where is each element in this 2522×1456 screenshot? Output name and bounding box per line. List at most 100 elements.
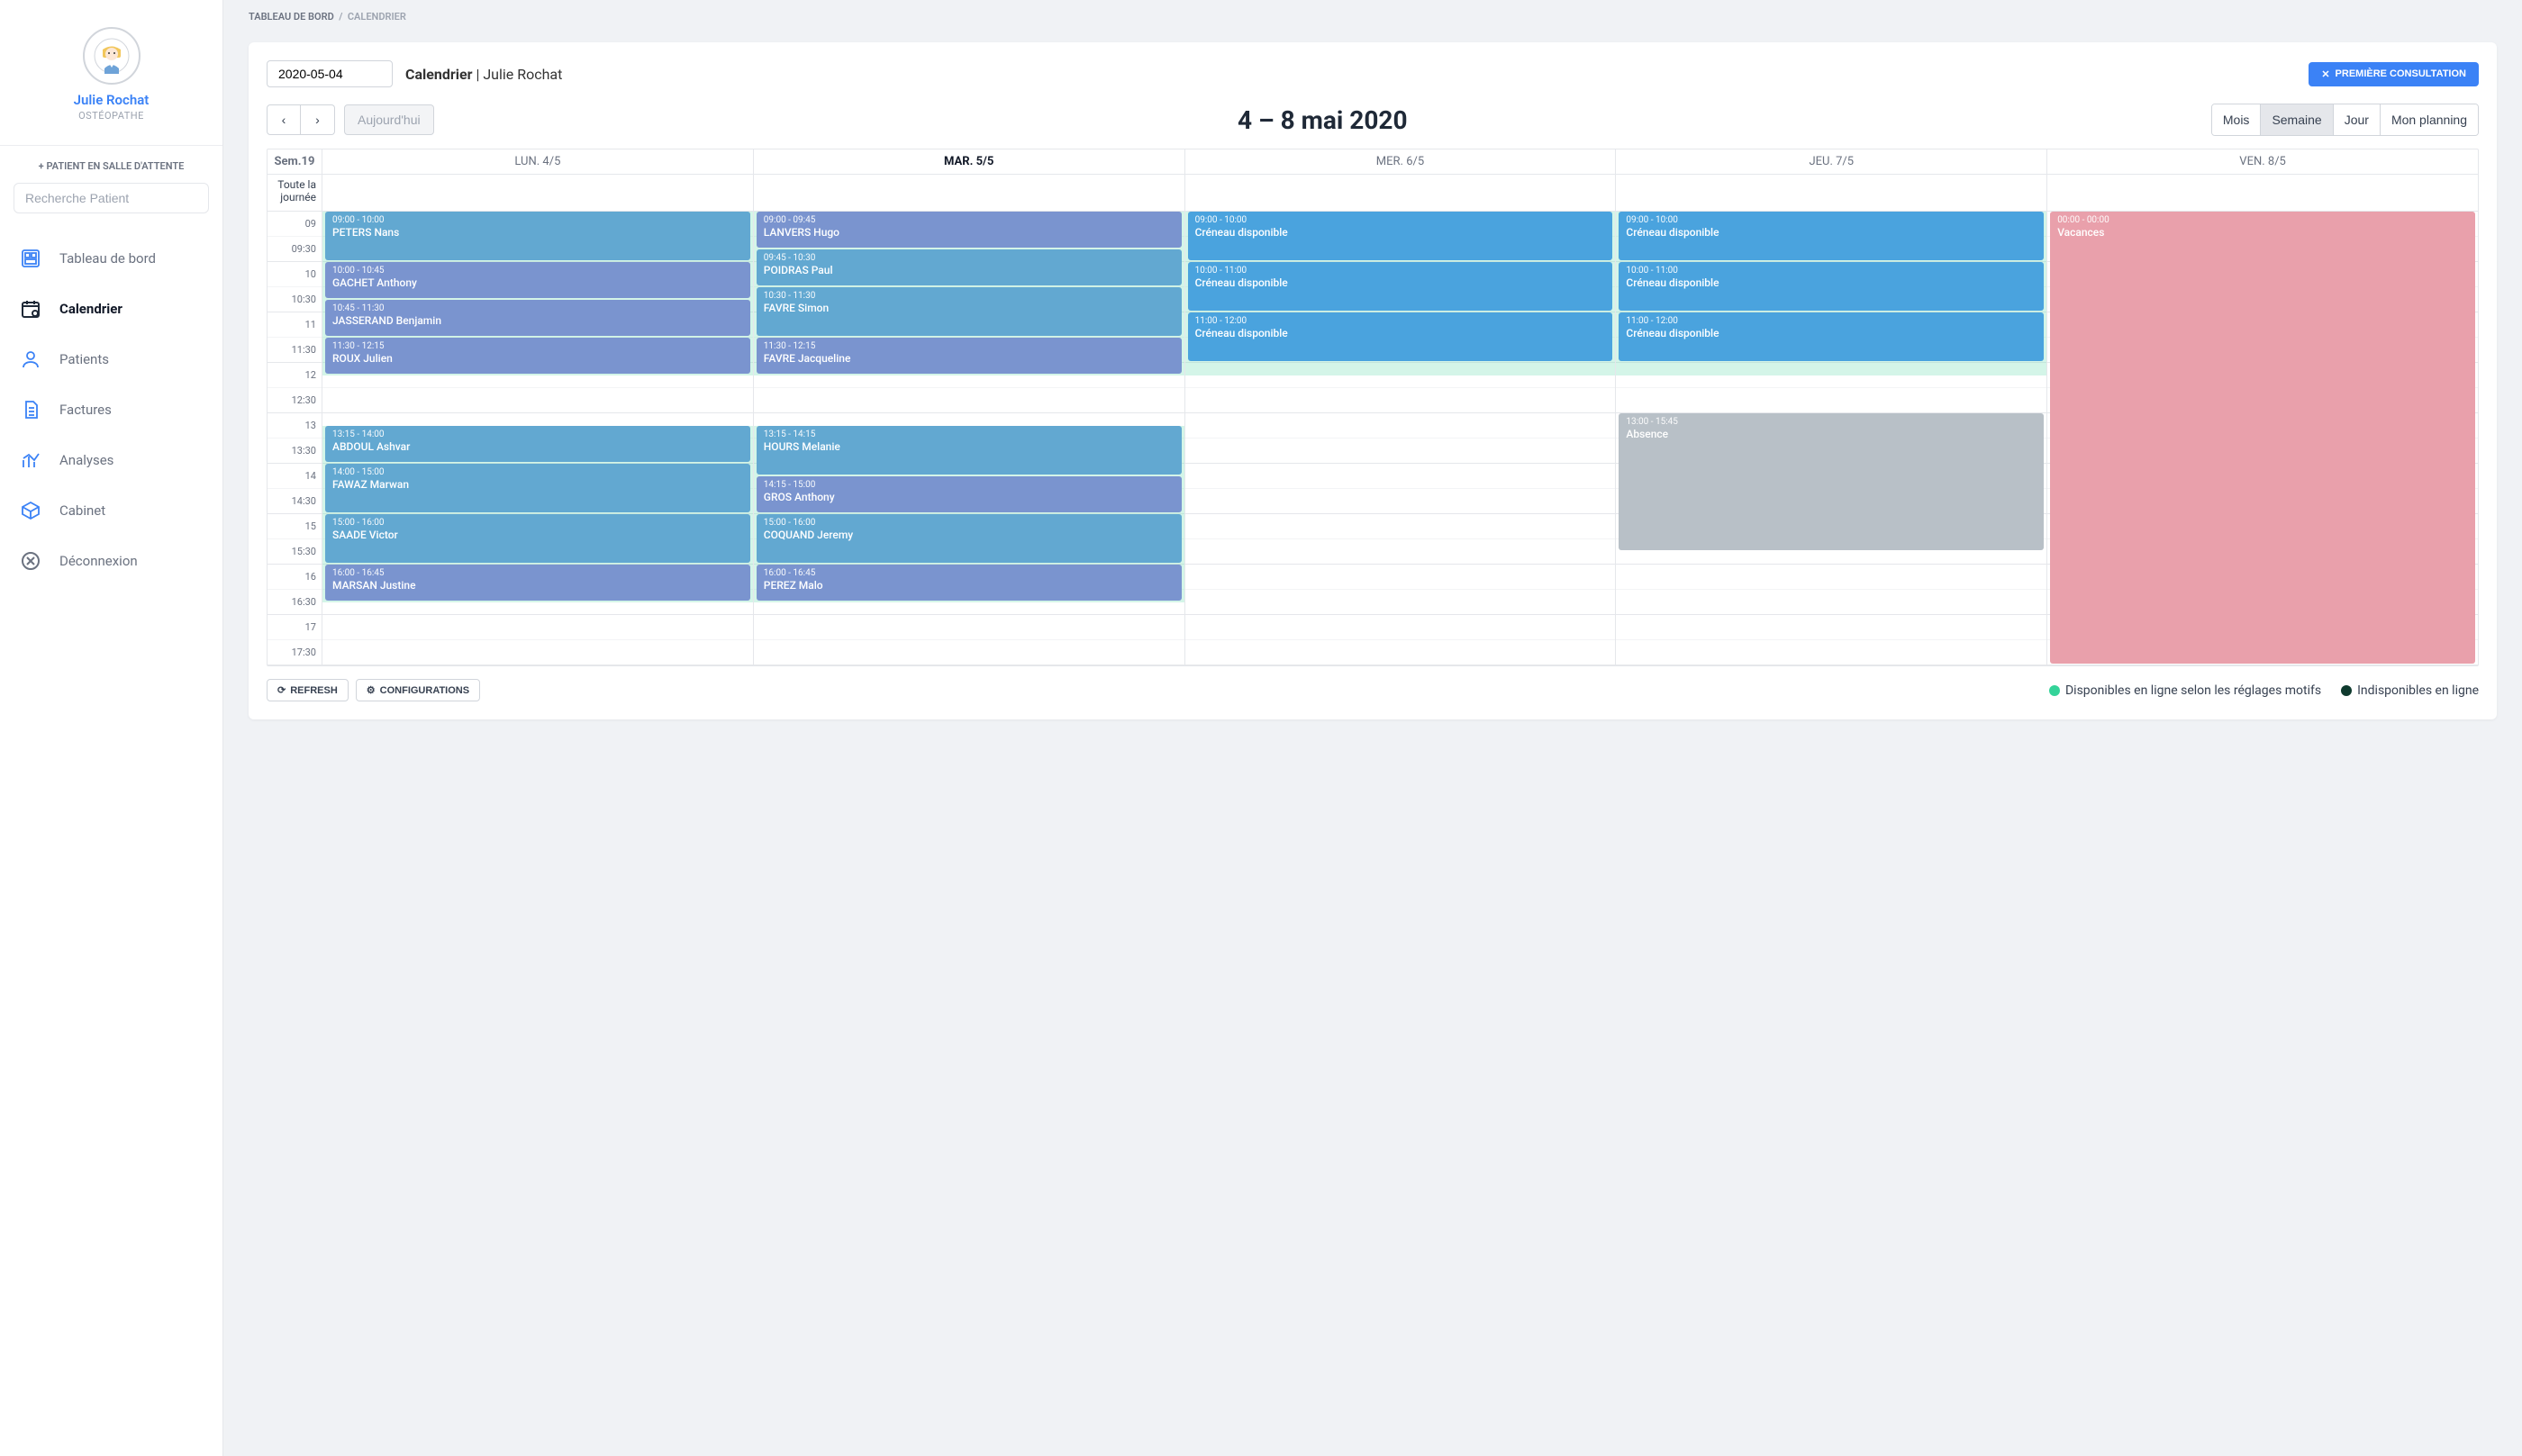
calendar-event[interactable]: 15:00 - 16:00SAADE Victor	[325, 514, 750, 563]
view-jour[interactable]: Jour	[2333, 104, 2380, 135]
day-column[interactable]: 09:00 - 10:00PETERS Nans10:00 - 10:45GAC…	[322, 212, 753, 665]
event-time: 16:00 - 16:45	[332, 567, 743, 579]
day-column[interactable]: 09:00 - 10:00Créneau disponible10:00 - 1…	[1184, 212, 1616, 665]
day-column[interactable]: 09:00 - 09:45LANVERS Hugo09:45 - 10:30PO…	[753, 212, 1184, 665]
calendar-event[interactable]: 09:00 - 09:45LANVERS Hugo	[757, 212, 1182, 248]
time-gutter: 0909:301010:301111:301212:301313:301414:…	[268, 212, 322, 665]
calendar-icon	[18, 296, 43, 321]
event-time: 11:30 - 12:15	[764, 340, 1175, 352]
time-label: 12:30	[268, 388, 322, 413]
day-header[interactable]: VEN. 8/5	[2046, 149, 2478, 174]
plus-icon: +	[39, 160, 44, 172]
allday-cell[interactable]	[1184, 175, 1616, 211]
nav-label: Calendrier	[59, 301, 122, 317]
nav-item-dashboard[interactable]: Tableau de bord	[0, 233, 222, 284]
calendar-event[interactable]: 13:15 - 14:15HOURS Melanie	[757, 426, 1182, 475]
event-title: LANVERS Hugo	[764, 226, 1175, 240]
calendar-event[interactable]: 14:00 - 15:00FAWAZ Marwan	[325, 464, 750, 512]
time-label: 13	[268, 413, 322, 439]
event-title: Créneau disponible	[1195, 276, 1606, 291]
calendar-event[interactable]: 00:00 - 00:00Vacances	[2050, 212, 2475, 664]
search-input[interactable]	[14, 183, 209, 213]
refresh-button[interactable]: ⟳ REFRESH	[267, 679, 349, 701]
date-input[interactable]	[267, 60, 393, 87]
chevron-right-icon: ›	[315, 113, 320, 127]
waiting-room-button[interactable]: + PATIENT EN SALLE D'ATTENTE	[0, 160, 222, 172]
calendar-event[interactable]: 11:30 - 12:15ROUX Julien	[325, 338, 750, 374]
allday-cell[interactable]	[322, 175, 753, 211]
calendar-event[interactable]: 10:30 - 11:30FAVRE Simon	[757, 287, 1182, 336]
view-mois[interactable]: Mois	[2212, 104, 2261, 135]
first-consultation-button[interactable]: ✕ PREMIÈRE CONSULTATION	[2309, 62, 2479, 86]
nav-label: Analyses	[59, 452, 113, 468]
user-icon	[18, 347, 43, 372]
event-time: 09:00 - 10:00	[1195, 214, 1606, 226]
event-time: 10:45 - 11:30	[332, 303, 743, 314]
event-time: 14:00 - 15:00	[332, 466, 743, 478]
time-label: 10:30	[268, 287, 322, 312]
day-header[interactable]: MER. 6/5	[1184, 149, 1616, 174]
calendar-event[interactable]: 10:45 - 11:30JASSERAND Benjamin	[325, 300, 750, 336]
event-time: 11:30 - 12:15	[332, 340, 743, 352]
calendar-event[interactable]: 13:15 - 14:00ABDOUL Ashvar	[325, 426, 750, 462]
calendar-event[interactable]: 16:00 - 16:45PEREZ Malo	[757, 565, 1182, 601]
next-button[interactable]: ›	[301, 104, 335, 135]
legend-offline: Indisponibles en ligne	[2341, 683, 2479, 698]
breadcrumb-dashboard[interactable]: TABLEAU DE BORD	[249, 11, 334, 23]
refresh-icon: ⟳	[277, 684, 286, 696]
configurations-button[interactable]: ⚙ CONFIGURATIONS	[356, 679, 480, 701]
nav-item-logout[interactable]: Déconnexion	[0, 536, 222, 586]
time-label: 09:30	[268, 237, 322, 262]
calendar-event[interactable]: 09:00 - 10:00PETERS Nans	[325, 212, 750, 260]
time-label: 11	[268, 312, 322, 338]
calendar-event[interactable]: 11:00 - 12:00Créneau disponible	[1188, 312, 1613, 361]
nav-item-file[interactable]: Factures	[0, 384, 222, 435]
event-title: Créneau disponible	[1195, 327, 1606, 341]
time-label: 10	[268, 262, 322, 287]
calendar-event[interactable]: 15:00 - 16:00COQUAND Jeremy	[757, 514, 1182, 563]
view-semaine[interactable]: Semaine	[2260, 104, 2332, 135]
allday-cell[interactable]	[1615, 175, 2046, 211]
nav-item-box[interactable]: Cabinet	[0, 485, 222, 536]
nav-item-user[interactable]: Patients	[0, 334, 222, 384]
calendar-event[interactable]: 10:00 - 11:00Créneau disponible	[1619, 262, 2044, 311]
day-column[interactable]: 00:00 - 00:00Vacances	[2046, 212, 2478, 665]
time-label: 14:30	[268, 489, 322, 514]
user-role: OSTÉOPATHE	[0, 110, 222, 122]
main: TABLEAU DE BORD / CALENDRIER Calendrier …	[223, 0, 2522, 1456]
calendar-event[interactable]: 10:00 - 10:45GACHET Anthony	[325, 262, 750, 298]
event-title: JASSERAND Benjamin	[332, 314, 743, 329]
calendar-event[interactable]: 14:15 - 15:00GROS Anthony	[757, 476, 1182, 512]
nav-item-calendar[interactable]: Calendrier	[0, 284, 222, 334]
day-header[interactable]: MAR. 5/5	[753, 149, 1184, 174]
allday-cell[interactable]	[2046, 175, 2478, 211]
event-title: MARSAN Justine	[332, 579, 743, 593]
today-button[interactable]: Aujourd'hui	[344, 104, 434, 135]
calendar-event[interactable]: 11:30 - 12:15FAVRE Jacqueline	[757, 338, 1182, 374]
event-time: 15:00 - 16:00	[764, 517, 1175, 529]
event-title: PETERS Nans	[332, 226, 743, 240]
calendar-event[interactable]: 09:45 - 10:30POIDRAS Paul	[757, 249, 1182, 285]
event-time: 09:00 - 10:00	[332, 214, 743, 226]
nav-item-chart[interactable]: Analyses	[0, 435, 222, 485]
prev-button[interactable]: ‹	[267, 104, 301, 135]
calendar-event[interactable]: 16:00 - 16:45MARSAN Justine	[325, 565, 750, 601]
nav-label: Patients	[59, 351, 109, 367]
calendar-event[interactable]: 09:00 - 10:00Créneau disponible	[1188, 212, 1613, 260]
calendar-event[interactable]: 09:00 - 10:00Créneau disponible	[1619, 212, 2044, 260]
day-header[interactable]: JEU. 7/5	[1615, 149, 2046, 174]
calendar-event[interactable]: 13:00 - 15:45Absence	[1619, 413, 2044, 550]
view-mon-planning[interactable]: Mon planning	[2380, 104, 2478, 135]
day-column[interactable]: 09:00 - 10:00Créneau disponible10:00 - 1…	[1615, 212, 2046, 665]
calendar-event[interactable]: 10:00 - 11:00Créneau disponible	[1188, 262, 1613, 311]
calendar-event[interactable]: 11:00 - 12:00Créneau disponible	[1619, 312, 2044, 361]
box-icon	[18, 498, 43, 523]
avatar[interactable]	[83, 27, 141, 85]
time-label: 17	[268, 615, 322, 640]
event-time: 00:00 - 00:00	[2057, 214, 2468, 226]
day-header[interactable]: LUN. 4/5	[322, 149, 753, 174]
nav-label: Tableau de bord	[59, 250, 156, 267]
allday-cell[interactable]	[753, 175, 1184, 211]
time-label: 09	[268, 212, 322, 237]
time-label: 14	[268, 464, 322, 489]
